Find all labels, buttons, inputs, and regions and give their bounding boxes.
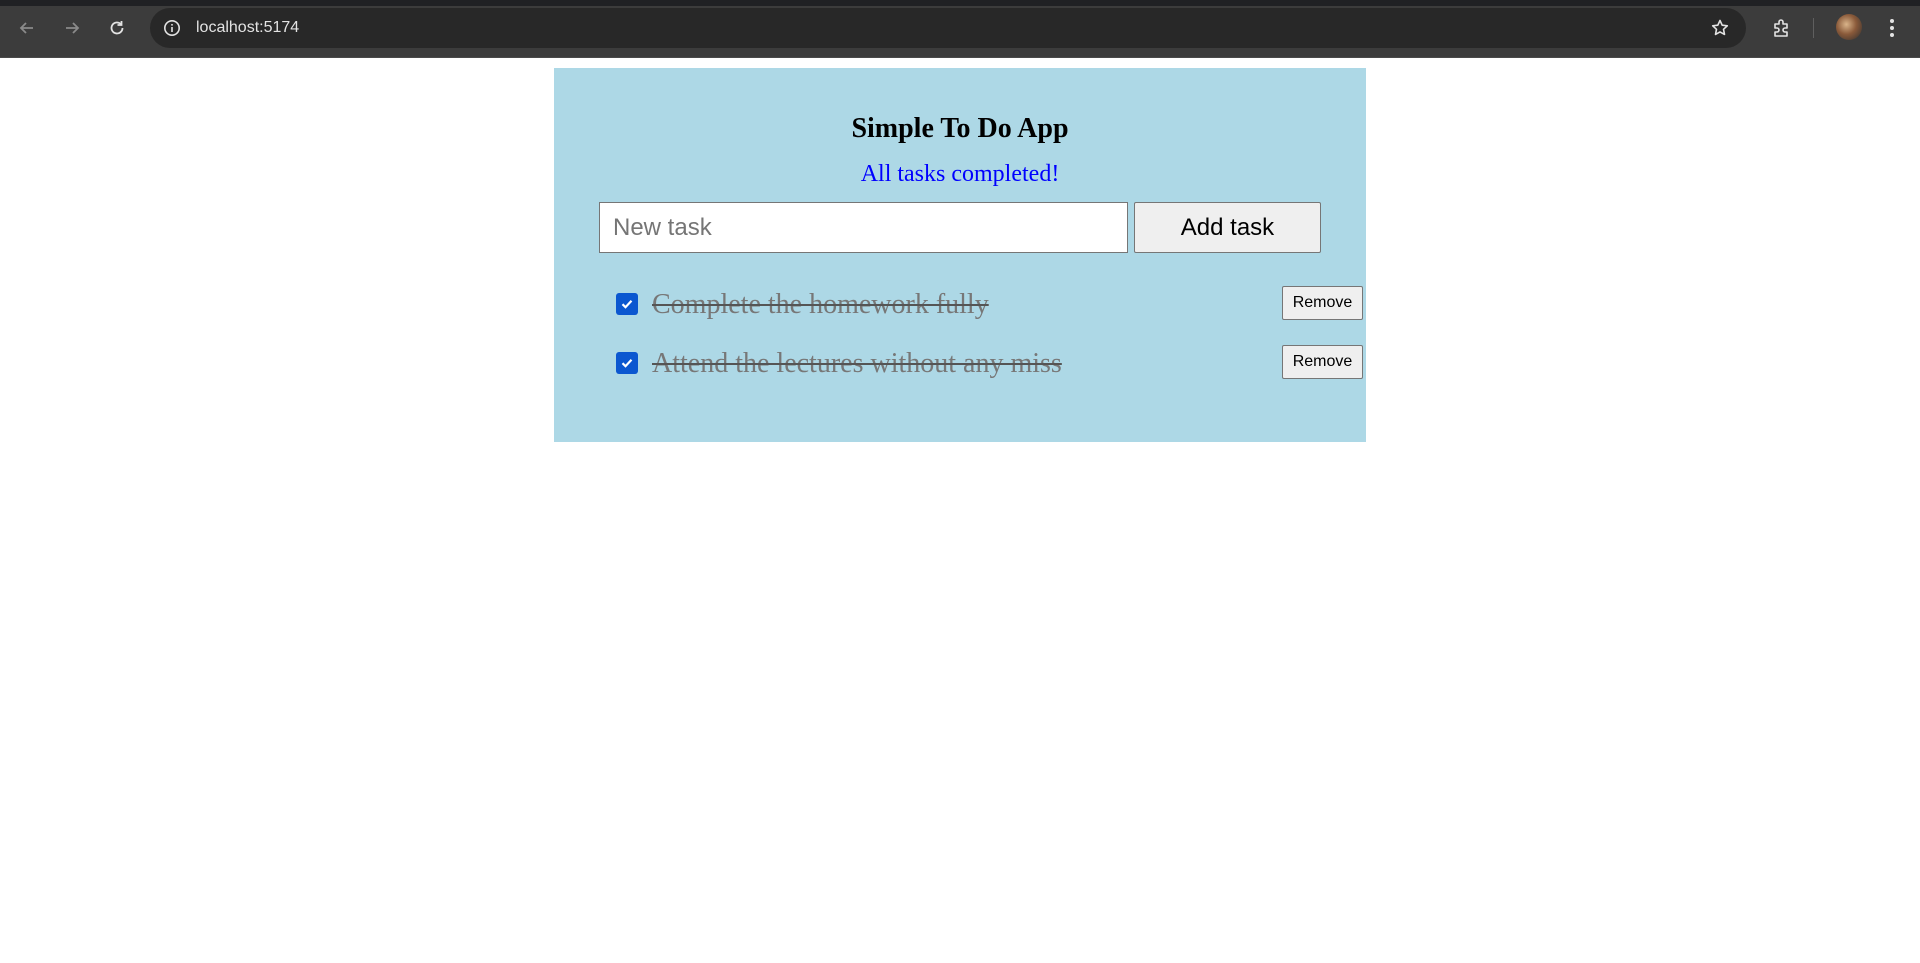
- arrow-right-icon: [66, 22, 80, 34]
- remove-task-button[interactable]: Remove: [1282, 345, 1363, 379]
- remove-task-button[interactable]: Remove: [1282, 286, 1363, 320]
- forward-button[interactable]: [58, 14, 86, 42]
- status-message: All tasks completed!: [860, 161, 1060, 187]
- back-button[interactable]: [13, 14, 41, 42]
- task-label: Complete the homework fully: [652, 289, 989, 320]
- page-title: Simple To Do App: [851, 113, 1069, 144]
- task-item: Attend the lectures without any miss Rem…: [616, 345, 1363, 404]
- task-list: Complete the homework fully Remove Atten…: [616, 286, 1363, 404]
- task-checkbox[interactable]: [616, 293, 638, 315]
- browser-toolbar: localhost:5174: [0, 0, 1920, 58]
- checkmark-icon: [621, 300, 633, 309]
- site-info-icon[interactable]: [162, 18, 182, 38]
- toolbar-divider: [1813, 18, 1814, 38]
- kebab-menu-icon[interactable]: [1880, 14, 1904, 42]
- bookmark-star-icon[interactable]: [1708, 16, 1732, 40]
- reload-button[interactable]: [103, 14, 131, 42]
- address-bar[interactable]: localhost:5174: [150, 8, 1746, 48]
- new-task-input[interactable]: [599, 202, 1128, 253]
- task-item: Complete the homework fully Remove: [616, 286, 1363, 345]
- task-checkbox[interactable]: [616, 352, 638, 374]
- profile-avatar[interactable]: [1836, 14, 1862, 40]
- tab-strip: [0, 0, 1920, 6]
- add-task-button[interactable]: Add task: [1134, 202, 1321, 253]
- reload-icon: [110, 21, 124, 35]
- todo-app-panel: Simple To Do App All tasks completed! Ad…: [554, 68, 1366, 442]
- extensions-puzzle-icon[interactable]: [1768, 14, 1796, 42]
- checkmark-icon: [621, 359, 633, 368]
- arrow-left-icon: [19, 22, 33, 34]
- task-label: Attend the lectures without any miss: [652, 348, 1062, 379]
- url-text: localhost:5174: [196, 19, 300, 36]
